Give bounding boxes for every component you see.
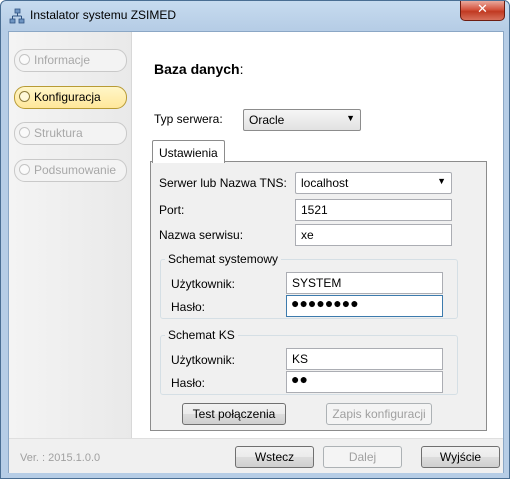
- save-config-button[interactable]: Zapis konfiguracji: [326, 403, 432, 425]
- back-button[interactable]: Wstecz: [235, 446, 314, 468]
- test-connection-label: Test połączenia: [192, 407, 276, 421]
- ks-password-label: Hasło:: [171, 376, 206, 390]
- step-radio-icon: [19, 54, 30, 65]
- service-value: xe: [301, 228, 314, 242]
- network-tree-icon: [9, 8, 25, 24]
- next-button[interactable]: Dalej: [323, 446, 402, 468]
- step-label: Konfiguracja: [34, 90, 101, 104]
- exit-label: Wyjście: [439, 450, 482, 464]
- next-label: Dalej: [348, 450, 377, 464]
- test-connection-button[interactable]: Test połączenia: [182, 403, 286, 425]
- service-label: Nazwa serwisu:: [159, 228, 244, 242]
- page-title-text: Baza danych: [154, 61, 240, 77]
- settings-tab-panel: Serwer lub Nazwa TNS: localhost ▼ Port: …: [150, 161, 487, 431]
- ks-user-field[interactable]: KS: [286, 348, 443, 370]
- step-informacje[interactable]: Informacje: [14, 49, 127, 72]
- port-field[interactable]: 1521: [295, 199, 452, 221]
- window-title: Instalator systemu ZSIMED: [30, 8, 177, 22]
- step-radio-icon: [19, 164, 30, 175]
- system-schema-group: Schemat systemowy Użytkownik: SYSTEM Has…: [160, 252, 458, 319]
- tns-value: localhost: [301, 176, 349, 190]
- main-panel: Baza danych: Typ serwera: Oracle ▼ Ustaw…: [132, 32, 503, 438]
- server-type-select[interactable]: Oracle ▼: [243, 109, 361, 131]
- step-konfiguracja[interactable]: Konfiguracja: [14, 86, 127, 109]
- ks-password-field[interactable]: ●●: [286, 371, 443, 393]
- service-field[interactable]: xe: [295, 224, 452, 246]
- step-podsumowanie[interactable]: Podsumowanie: [14, 159, 127, 182]
- tab-label: Ustawienia: [159, 146, 218, 160]
- port-label: Port:: [159, 203, 185, 217]
- system-user-label: Użytkownik:: [171, 277, 236, 291]
- back-label: Wstecz: [254, 450, 295, 464]
- tab-ustawienia[interactable]: Ustawienia: [152, 140, 225, 163]
- system-password-field[interactable]: ●●●●●●●●: [286, 295, 443, 317]
- close-icon: ✕: [477, 2, 488, 17]
- ks-user-value: KS: [292, 352, 309, 366]
- chevron-down-icon: ▼: [346, 113, 355, 123]
- ks-schema-group: Schemat KS Użytkownik: KS Hasło: ●●: [160, 328, 458, 395]
- port-value: 1521: [301, 203, 328, 217]
- system-password-label: Hasło:: [171, 300, 206, 314]
- footer-bar: Ver. : 2015.1.0.0 Wstecz Dalej Wyjście: [9, 438, 503, 473]
- server-type-label: Typ serwera:: [154, 112, 223, 126]
- step-label: Informacje: [34, 53, 91, 67]
- installer-window: Instalator systemu ZSIMED ✕ Informacje K…: [0, 0, 510, 479]
- step-radio-icon: [19, 127, 30, 138]
- version-text: Ver. : 2015.1.0.0: [20, 452, 101, 464]
- client-area: Informacje Konfiguracja Struktura Podsum…: [8, 31, 504, 473]
- page-title: Baza danych:: [154, 61, 243, 77]
- system-password-mask: ●●●●●●●●: [291, 295, 359, 311]
- wizard-steps-sidebar: Informacje Konfiguracja Struktura Podsum…: [9, 32, 132, 438]
- ks-password-mask: ●●: [291, 371, 308, 387]
- tns-label: Serwer lub Nazwa TNS:: [159, 176, 287, 190]
- step-radio-icon: [19, 91, 30, 102]
- save-config-label: Zapis konfiguracji: [332, 407, 426, 421]
- chevron-down-icon: ▼: [437, 176, 446, 186]
- server-type-value: Oracle: [249, 113, 285, 127]
- group-title: Schemat systemowy: [165, 252, 282, 266]
- group-title: Schemat KS: [165, 328, 238, 342]
- step-label: Podsumowanie: [34, 163, 117, 177]
- system-user-field[interactable]: SYSTEM: [286, 272, 443, 294]
- close-button[interactable]: ✕: [460, 1, 505, 21]
- exit-button[interactable]: Wyjście: [421, 446, 500, 468]
- system-user-value: SYSTEM: [292, 276, 342, 290]
- step-struktura[interactable]: Struktura: [14, 122, 127, 145]
- page-title-colon: :: [239, 61, 244, 77]
- title-bar[interactable]: Instalator systemu ZSIMED ✕: [1, 1, 509, 31]
- tns-select[interactable]: localhost ▼: [295, 172, 452, 194]
- ks-user-label: Użytkownik:: [171, 353, 236, 367]
- step-label: Struktura: [34, 126, 83, 140]
